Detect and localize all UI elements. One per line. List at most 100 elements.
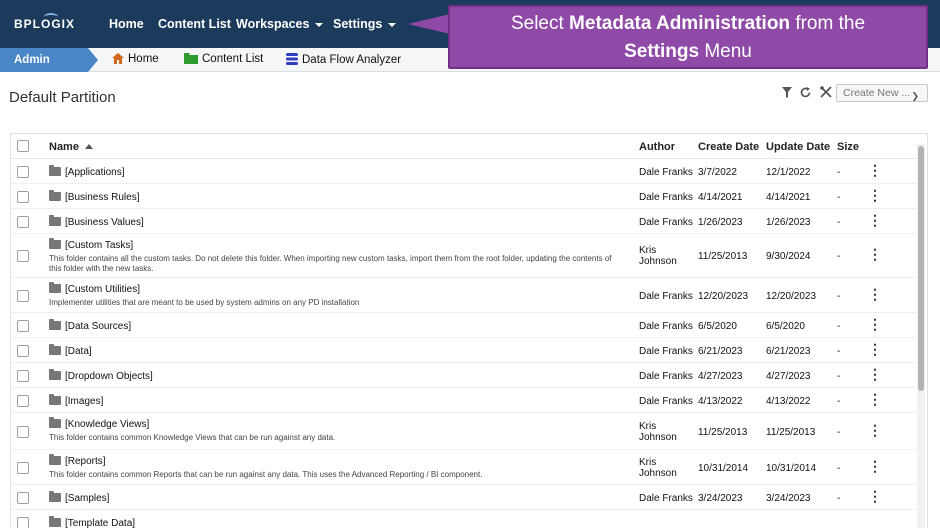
row-size: - (837, 291, 841, 302)
row-create-date: 12/20/2023 (698, 291, 749, 302)
row-checkbox[interactable] (17, 250, 29, 262)
row-actions-menu-icon[interactable]: ⋮ (868, 188, 882, 202)
row-create-date: 3/24/2023 (698, 493, 743, 504)
row-checkbox[interactable] (17, 216, 29, 228)
row-author: Dale Franks (639, 493, 693, 504)
table-row[interactable]: [Reports] This folder contains common Rep… (11, 450, 917, 485)
bplogix-logo[interactable]: BPLOGIX (0, 0, 90, 48)
table-row[interactable]: [Data] Dale Franks 6/21/2023 6/21/2023 - ⋮ (11, 338, 917, 363)
row-checkbox[interactable] (17, 492, 29, 504)
nav-workspaces[interactable]: Workspaces (236, 17, 324, 31)
breadcrumb-data-flow-analyzer[interactable]: Data Flow Analyzer (286, 53, 401, 66)
row-checkbox[interactable] (17, 191, 29, 203)
row-actions-menu-icon[interactable]: ⋮ (868, 342, 882, 356)
scrollbar-thumb[interactable] (918, 146, 924, 391)
row-update-date: 4/27/2023 (766, 371, 811, 382)
folder-name-link[interactable]: [Business Values] (49, 215, 144, 228)
row-actions-menu-icon[interactable]: ⋮ (868, 489, 882, 503)
column-header-size[interactable]: Size (837, 141, 859, 153)
row-update-date: 12/1/2022 (766, 167, 811, 178)
row-actions-menu-icon[interactable]: ⋮ (868, 317, 882, 331)
folder-icon (49, 491, 61, 502)
row-actions-menu-icon[interactable]: ⋮ (868, 392, 882, 406)
refresh-icon[interactable] (800, 86, 811, 101)
breadcrumb-content-list[interactable]: Content List (184, 53, 263, 65)
folder-name-link[interactable]: [Custom Tasks] (49, 238, 133, 251)
table-row[interactable]: [Knowledge Views] This folder contains co… (11, 413, 917, 450)
row-checkbox[interactable] (17, 517, 29, 528)
breadcrumb-admin-profile[interactable]: Admin Profile (0, 48, 88, 90)
row-author: Dale Franks (639, 167, 693, 178)
row-actions-menu-icon[interactable]: ⋮ (868, 423, 882, 437)
table-header: Name Author Create Date Update Date Size (11, 134, 917, 159)
folder-name-link[interactable]: [Applications] (49, 165, 124, 178)
row-checkbox[interactable] (17, 426, 29, 438)
folder-name-link[interactable]: [Knowledge Views] (49, 417, 149, 430)
table-row[interactable]: [Business Rules] Dale Franks 4/14/2021 4/14… (11, 184, 917, 209)
row-actions-menu-icon[interactable]: ⋮ (868, 287, 882, 301)
table-row[interactable]: [Images] Dale Franks 4/13/2022 4/13/2022 - ⋮ (11, 388, 917, 413)
table-row[interactable]: [Samples] Dale Franks 3/24/2023 3/24/2023 - ⋮ (11, 485, 917, 510)
row-author: Dale Franks (639, 396, 693, 407)
folder-icon (49, 282, 61, 293)
row-actions-menu-icon[interactable]: ⋮ (868, 247, 882, 261)
folder-icon (184, 53, 198, 64)
folder-name-link[interactable]: [Samples] (49, 491, 109, 504)
table-row[interactable]: [Custom Tasks] This folder contains all t… (11, 234, 917, 278)
filter-icon[interactable] (782, 86, 792, 101)
column-header-update-date[interactable]: Update Date (766, 141, 830, 153)
folder-name-link[interactable]: [Business Rules] (49, 190, 139, 203)
row-checkbox[interactable] (17, 345, 29, 357)
nav-settings[interactable]: Settings (333, 17, 397, 31)
row-size: - (837, 192, 841, 203)
row-actions-menu-icon[interactable]: ⋮ (868, 367, 882, 381)
table-row[interactable]: [Custom Utilities] Implementer utilities … (11, 278, 917, 313)
nav-content-list[interactable]: Content List (158, 17, 231, 31)
row-checkbox[interactable] (17, 395, 29, 407)
row-actions-menu-icon[interactable]: ⋮ (868, 459, 882, 473)
folder-description: This folder contains common Knowledge Vi… (49, 433, 336, 442)
row-create-date: 6/5/2020 (698, 321, 737, 332)
folder-name-link[interactable]: [Template Data] (49, 516, 135, 528)
create-new-dropdown[interactable]: Create New ... ❯ (836, 84, 928, 102)
tools-icon[interactable] (820, 86, 832, 101)
row-checkbox[interactable] (17, 290, 29, 302)
column-header-author[interactable]: Author (639, 141, 675, 153)
table-row[interactable]: [Applications] Dale Franks 3/7/2022 12/1/20… (11, 159, 917, 184)
row-size: - (837, 396, 841, 407)
row-size: - (837, 167, 841, 178)
folder-name-link[interactable]: [Data Sources] (49, 319, 131, 332)
row-actions-menu-icon[interactable]: ⋮ (868, 163, 882, 177)
row-actions-menu-icon[interactable]: ⋮ (868, 213, 882, 227)
folder-description: Implementer utilities that are meant to … (49, 298, 360, 307)
column-header-create-date[interactable]: Create Date (698, 141, 759, 153)
row-create-date: 1/26/2023 (698, 217, 743, 228)
instruction-callout: Select Metadata Administration from the … (448, 5, 928, 69)
row-update-date: 3/24/2023 (766, 493, 811, 504)
folder-name-link[interactable]: [Dropdown Objects] (49, 369, 153, 382)
row-checkbox[interactable] (17, 370, 29, 382)
table-row[interactable]: [Template Data] (11, 510, 917, 528)
select-all-checkbox[interactable] (17, 140, 29, 152)
row-checkbox[interactable] (17, 462, 29, 474)
breadcrumb-content-list-label: Content List (202, 53, 264, 65)
row-author: Dale Franks (639, 192, 693, 203)
chevron-down-icon: ❯ (911, 91, 919, 101)
breadcrumb-arrow (88, 48, 98, 72)
breadcrumb-data-flow-analyzer-label: Data Flow Analyzer (302, 54, 402, 66)
table-row[interactable]: [Business Values] Dale Franks 1/26/2023 1/2… (11, 209, 917, 234)
row-update-date: 10/31/2014 (766, 463, 817, 474)
row-update-date: 4/14/2021 (766, 192, 811, 203)
table-row[interactable]: [Data Sources] Dale Franks 6/5/2020 6/5/202… (11, 313, 917, 338)
column-header-name[interactable]: Name (49, 141, 93, 153)
folder-name-link[interactable]: [Custom Utilities] (49, 282, 140, 295)
table-row[interactable]: [Dropdown Objects] Dale Franks 4/27/2023 4/… (11, 363, 917, 388)
folder-name-link[interactable]: [Reports] (49, 454, 106, 467)
breadcrumb-home[interactable]: Home (112, 53, 159, 65)
row-checkbox[interactable] (17, 320, 29, 332)
nav-home[interactable]: Home (109, 17, 144, 31)
folder-name-link[interactable]: [Data] (49, 344, 92, 357)
create-new-label: Create New ... (843, 87, 911, 99)
row-checkbox[interactable] (17, 166, 29, 178)
folder-name-link[interactable]: [Images] (49, 394, 103, 407)
